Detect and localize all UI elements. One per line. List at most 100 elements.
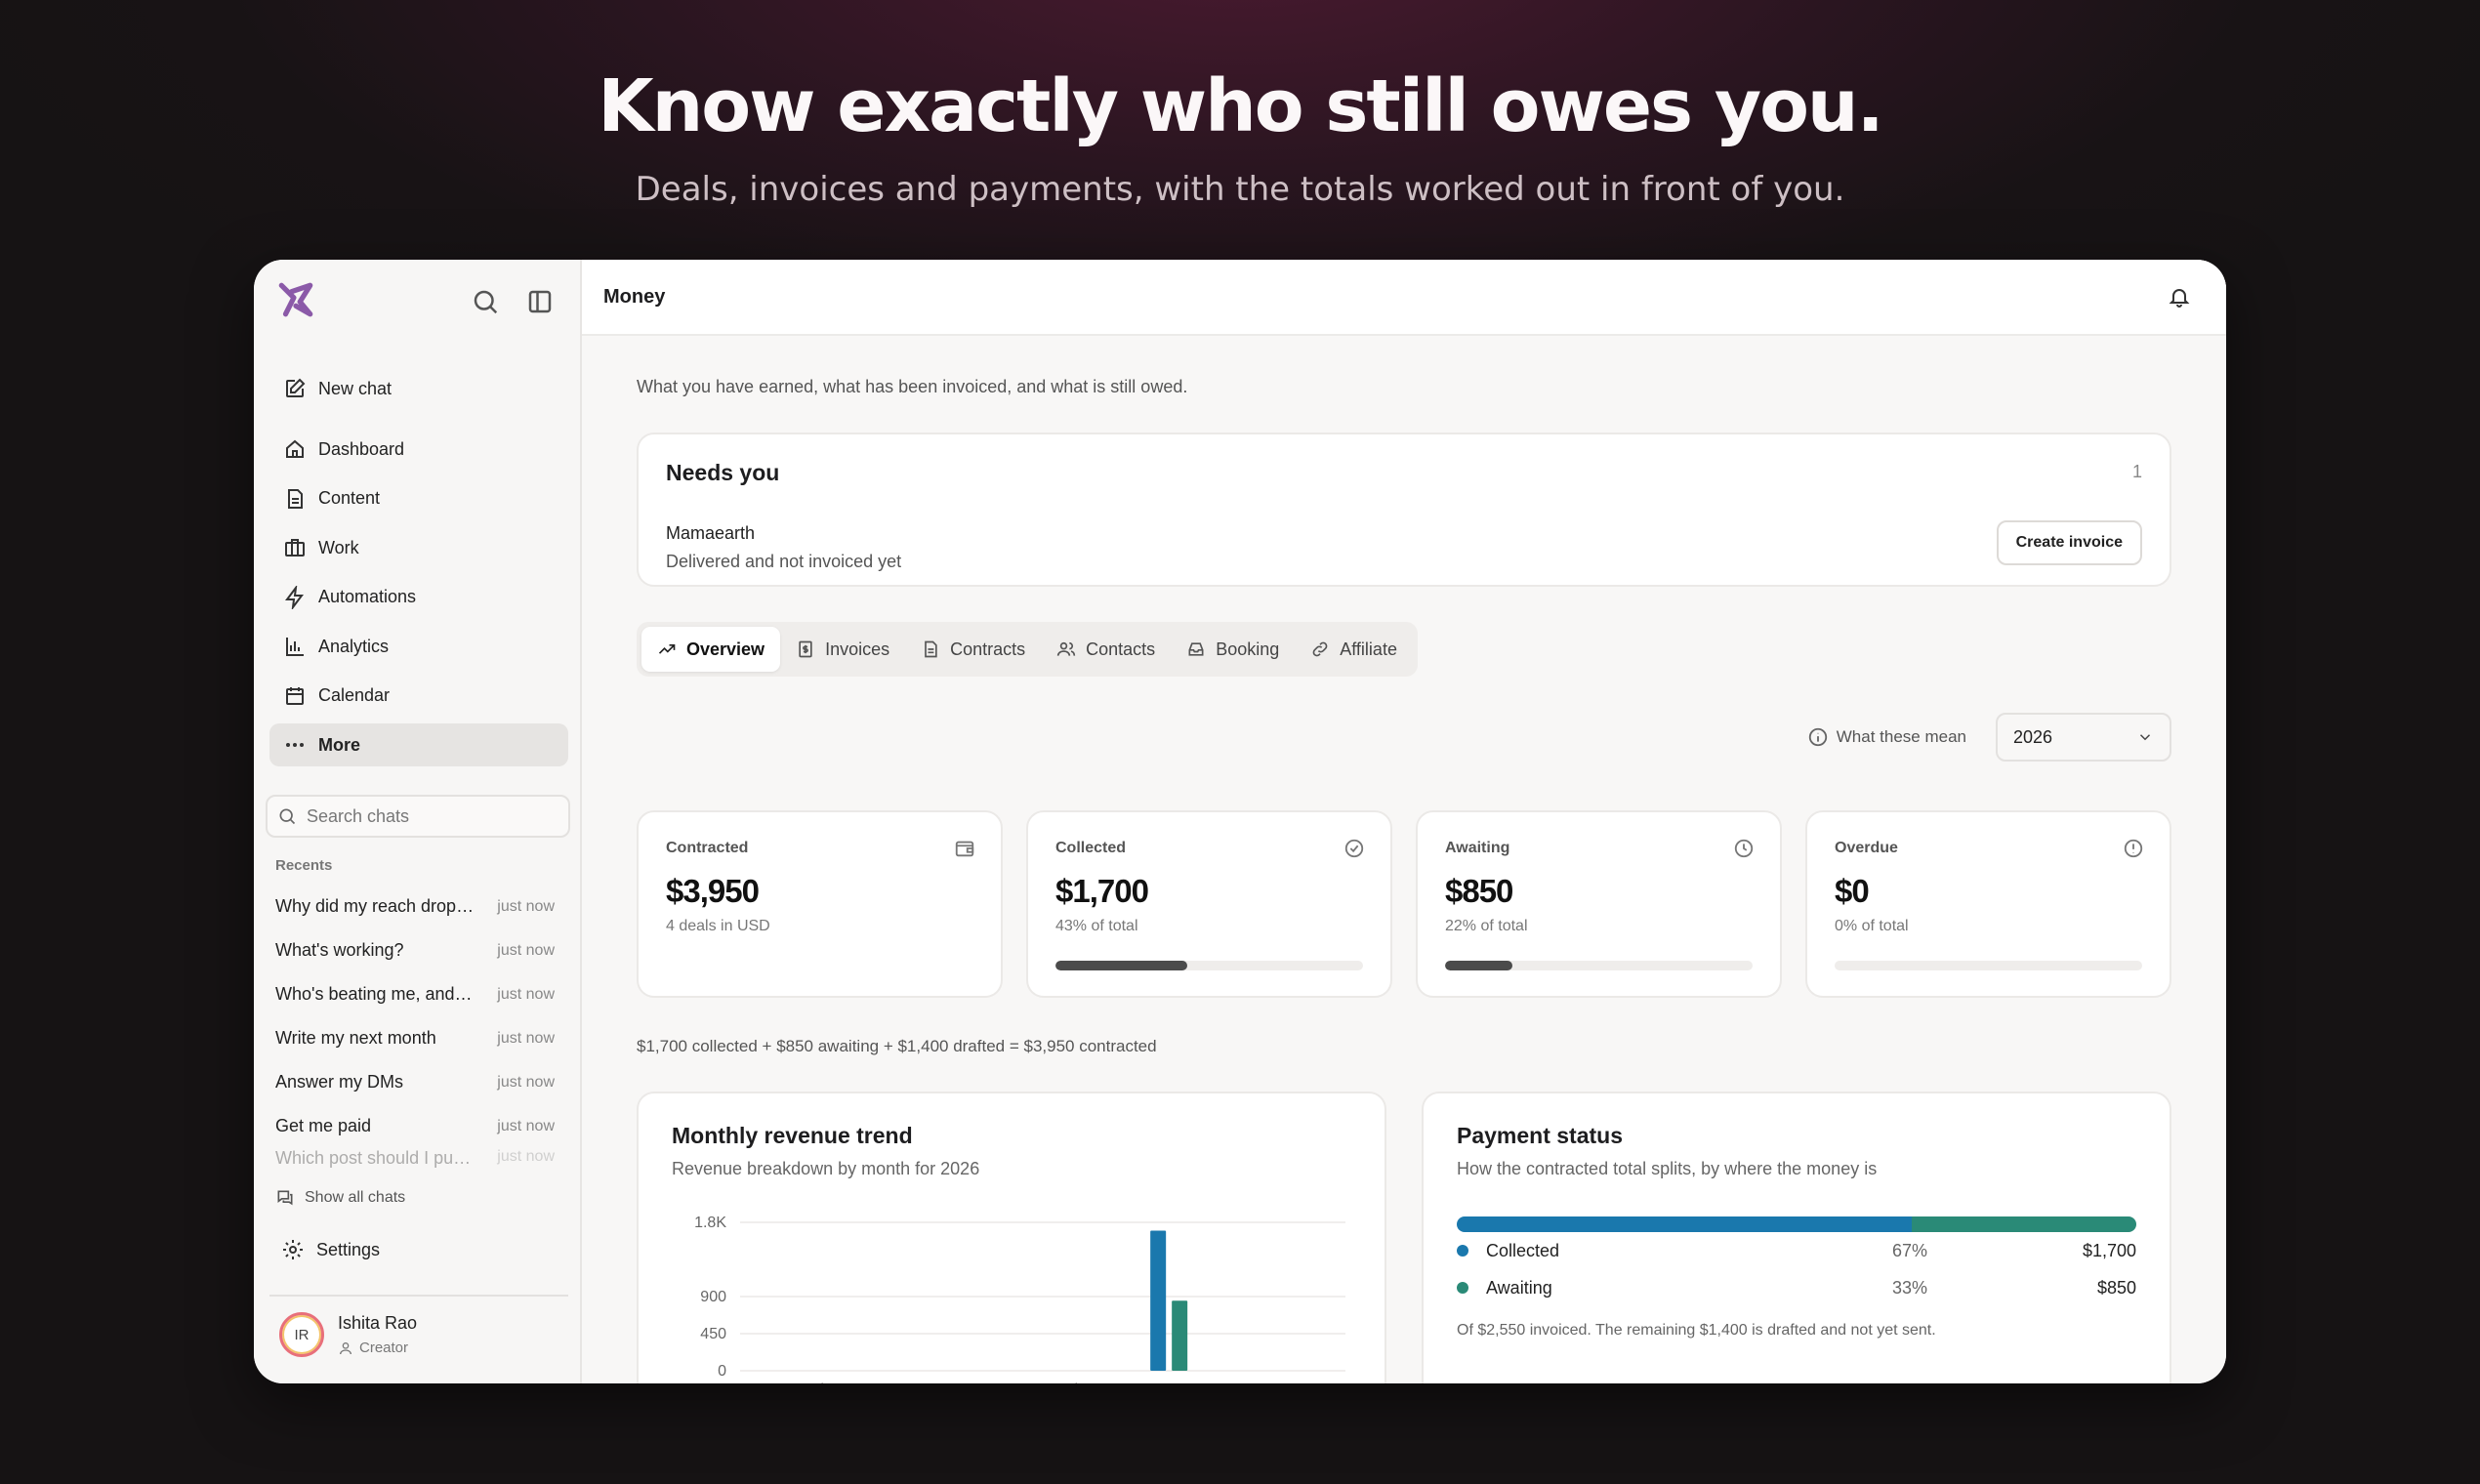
tab-invoices[interactable]: Invoices xyxy=(780,627,905,672)
home-icon xyxy=(286,439,304,458)
payment-status-title: Payment status xyxy=(1457,1123,1624,1148)
sidebar-item-automations[interactable]: Automations xyxy=(269,576,568,619)
stat-sub: 0% of total xyxy=(1835,918,1909,934)
user-name: Ishita Rao xyxy=(338,1313,418,1333)
recent-chat-title: Write my next month xyxy=(275,1028,436,1048)
overview-filters: What these mean 2026 xyxy=(1807,713,2171,762)
revenue-bar-chart: 0 450 900 1.8K Jan Feb Mar Apr May Jun Jul Aug Sep Oc… xyxy=(694,1215,1345,1383)
lightning-icon xyxy=(285,585,304,609)
recent-chat-title: Answer my DMs xyxy=(275,1072,404,1092)
bar-sep-series-1 xyxy=(1150,1230,1167,1371)
tab-label: Booking xyxy=(1216,639,1280,659)
sidebar-item-analytics[interactable]: Analytics xyxy=(269,625,568,668)
revenue-trend-desc: Revenue breakdown by month for 2026 xyxy=(672,1159,980,1178)
payment-status-row-collected: Collected 67% $1,700 xyxy=(1457,1232,2136,1269)
sidebar-item-dashboard[interactable]: Dashboard xyxy=(269,428,568,471)
tab-overview[interactable]: Overview xyxy=(641,627,781,672)
bar-chart-icon xyxy=(286,638,304,656)
stat-card-awaiting: Awaiting $850 22% of total xyxy=(1416,810,1782,998)
settings-button[interactable]: Settings xyxy=(281,1238,380,1261)
search-icon[interactable] xyxy=(471,287,500,316)
sidebar-item-more[interactable]: More xyxy=(269,723,568,766)
tab-contracts[interactable]: Contracts xyxy=(905,627,1041,672)
new-chat-nav: New chat xyxy=(269,367,568,417)
y-tick-label: 1.8K xyxy=(694,1215,726,1231)
chevron-down-icon xyxy=(2139,734,2151,741)
recent-chat-time: just now xyxy=(497,1148,555,1165)
sidebar-item-content[interactable]: Content xyxy=(269,477,568,520)
progress-track xyxy=(1835,961,2142,970)
document-icon xyxy=(288,488,303,509)
sidebar-item-label: Work xyxy=(318,537,359,557)
payment-status-bar xyxy=(1457,1216,2136,1232)
trend-up-icon xyxy=(658,644,676,654)
user-profile[interactable]: IR Ishita Rao Creator xyxy=(279,1312,417,1357)
recent-chat-item[interactable]: What's working? just now xyxy=(275,928,555,972)
legend-amount: $850 xyxy=(2096,1277,2136,1298)
gear-icon xyxy=(283,1240,303,1259)
sidebar-item-work[interactable]: Work xyxy=(269,526,568,569)
year-select-value: 2026 xyxy=(2013,726,2053,747)
search-chats-input[interactable]: Search chats xyxy=(266,795,570,838)
top-bar: Money xyxy=(582,260,2226,336)
bar-sep-series-2 xyxy=(1172,1300,1188,1371)
y-tick-label: 900 xyxy=(700,1289,726,1305)
recent-chat-title: What's working? xyxy=(275,940,404,960)
stat-label: Overdue xyxy=(1835,840,1898,856)
stat-card-contracted: Contracted $3,950 4 deals in USD xyxy=(637,810,1003,998)
stat-card-collected: Collected $1,700 43% of total xyxy=(1026,810,1392,998)
recent-chat-time: just now xyxy=(497,985,555,1003)
new-chat-button[interactable]: New chat xyxy=(269,367,568,410)
search-chats-placeholder: Search chats xyxy=(307,805,410,826)
recent-chat-item[interactable]: Write my next month just now xyxy=(275,1016,555,1060)
legend-percent: 67% xyxy=(1892,1240,1928,1260)
logo-icon[interactable] xyxy=(275,279,316,320)
progress-track xyxy=(1445,961,1753,970)
what-these-mean-link[interactable]: What these mean xyxy=(1807,726,1966,748)
recent-chat-item[interactable]: Answer my DMs just now xyxy=(275,1060,555,1104)
new-chat-label: New chat xyxy=(318,378,393,398)
alert-circle-icon xyxy=(2124,839,2143,858)
x-tick-label: Mar xyxy=(852,1381,880,1383)
payment-status-note: Of $2,550 invoiced. The remaining $1,400… xyxy=(1457,1322,1936,1339)
tab-contacts[interactable]: Contacts xyxy=(1041,627,1171,672)
bell-icon[interactable] xyxy=(2168,285,2191,309)
year-select[interactable]: 2026 xyxy=(1996,713,2171,762)
create-invoice-button[interactable]: Create invoice xyxy=(1996,520,2142,565)
y-tick-label: 450 xyxy=(700,1326,726,1342)
progress-fill xyxy=(1055,961,1188,970)
x-tick-label: Jun xyxy=(1005,1381,1030,1383)
x-tick-label: Dec xyxy=(1306,1381,1334,1383)
recent-chat-title: Why did my reach drop this week? xyxy=(275,896,475,916)
link-icon xyxy=(1312,641,1328,657)
user-role: Creator xyxy=(338,1340,417,1356)
recent-chat-item[interactable]: Why did my reach drop this week? just now xyxy=(275,885,555,928)
show-all-chats-link[interactable]: Show all chats xyxy=(275,1188,405,1208)
sidebar-item-label: More xyxy=(318,734,361,755)
payment-status-desc: How the contracted total splits, by wher… xyxy=(1457,1159,1878,1178)
sidebar-item-calendar[interactable]: Calendar xyxy=(269,675,568,718)
recent-chat-item[interactable]: Who's beating me, and how? just now xyxy=(275,972,555,1016)
legend-amount: $1,700 xyxy=(2082,1240,2136,1260)
sidebar-item-label: Dashboard xyxy=(318,438,405,459)
tab-label: Contacts xyxy=(1086,639,1156,659)
recent-chat-item[interactable]: Get me paid just now xyxy=(275,1104,555,1148)
x-tick-label: May xyxy=(952,1381,981,1383)
show-all-chats-label: Show all chats xyxy=(305,1189,406,1206)
payment-status-row-awaiting: Awaiting 33% $850 xyxy=(1457,1269,2136,1306)
tab-label: Contracts xyxy=(950,639,1026,659)
x-tick-label: Jan xyxy=(753,1381,778,1383)
settings-label: Settings xyxy=(316,1239,381,1259)
tab-affiliate[interactable]: Affiliate xyxy=(1295,627,1413,672)
stat-label: Contracted xyxy=(666,840,749,856)
recent-chat-item[interactable]: Which post should I publish next? just no… xyxy=(275,1148,555,1175)
sidebar-toggle-icon[interactable] xyxy=(525,287,555,316)
main-panel: Money What you have earned, what has bee… xyxy=(582,260,2226,1383)
tab-booking[interactable]: Booking xyxy=(1171,627,1295,672)
wallet-icon xyxy=(955,841,974,857)
stat-sub: 43% of total xyxy=(1055,918,1138,934)
stat-value: $1,700 xyxy=(1055,873,1149,909)
revenue-trend-card: Monthly revenue trend Revenue breakdown … xyxy=(637,1092,1386,1383)
needs-you-card: Needs you 1 Mamaearth Delivered and not … xyxy=(637,433,2171,587)
recent-chat-time: just now xyxy=(497,1029,555,1047)
